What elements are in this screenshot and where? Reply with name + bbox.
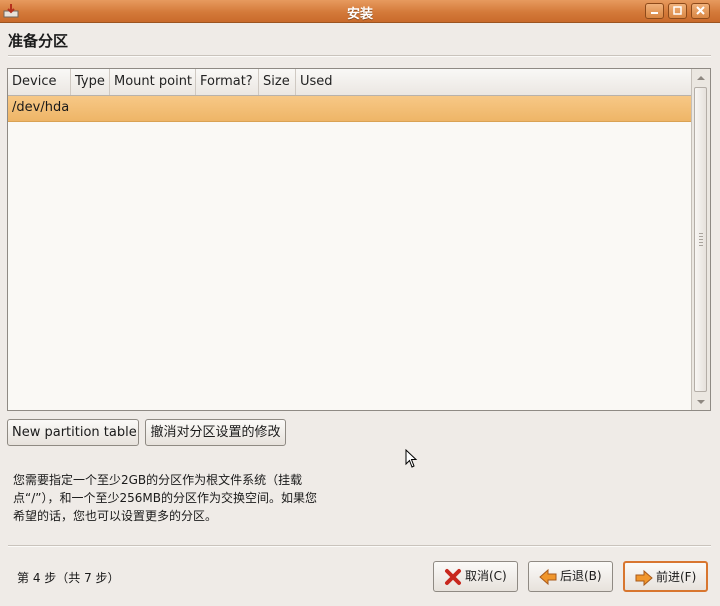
column-mount-point[interactable]: Mount point (110, 69, 196, 95)
right-arrow-icon (635, 569, 653, 587)
mouse-pointer-icon (405, 449, 418, 468)
column-size[interactable]: Size (259, 69, 296, 95)
minimize-icon (651, 12, 658, 14)
column-type[interactable]: Type (71, 69, 110, 95)
scroll-down-icon[interactable] (697, 398, 705, 406)
back-button[interactable]: 后退(B) (528, 561, 613, 592)
maximize-icon (673, 6, 682, 15)
footer-divider (8, 545, 711, 547)
page-title: 准备分区 (8, 32, 69, 50)
undo-changes-button[interactable]: 撤消对分区设置的修改 (145, 419, 286, 446)
cancel-label: 取消(C) (465, 569, 507, 583)
partition-table[interactable]: Device Type Mount point Format? Size Use… (7, 68, 711, 411)
new-partition-table-button[interactable]: New partition table (7, 419, 139, 446)
vertical-scrollbar[interactable] (691, 69, 710, 410)
left-arrow-icon (539, 568, 557, 586)
red-x-icon (445, 569, 461, 585)
forward-label: 前进(F) (656, 570, 697, 584)
window-title: 安装 (346, 7, 373, 22)
maximize-button[interactable] (668, 3, 687, 19)
table-header: Device Type Mount point Format? Size Use… (8, 69, 693, 96)
scrollbar-thumb[interactable] (694, 87, 707, 392)
scroll-up-icon[interactable] (697, 74, 705, 82)
partition-requirements-text: 您需要指定一个至少2GB的分区作为根文件系统（挂载 点“/”），和一个至少256… (13, 473, 317, 523)
back-label: 后退(B) (560, 569, 602, 583)
forward-button[interactable]: 前进(F) (623, 561, 708, 592)
step-indicator: 第 4 步（共 7 步） (17, 571, 120, 585)
column-used[interactable]: Used (296, 69, 693, 95)
column-format[interactable]: Format? (196, 69, 259, 95)
close-icon (696, 6, 705, 15)
device-cell: /dev/hda (12, 100, 70, 115)
window-titlebar[interactable]: 安装 (0, 0, 720, 23)
close-button[interactable] (691, 3, 710, 19)
table-row[interactable]: /dev/hda (8, 96, 693, 122)
minimize-button[interactable] (645, 3, 664, 19)
column-device[interactable]: Device (8, 69, 71, 95)
cancel-button[interactable]: 取消(C) (433, 561, 518, 592)
grip-icon (699, 233, 703, 247)
header-divider (8, 55, 711, 57)
